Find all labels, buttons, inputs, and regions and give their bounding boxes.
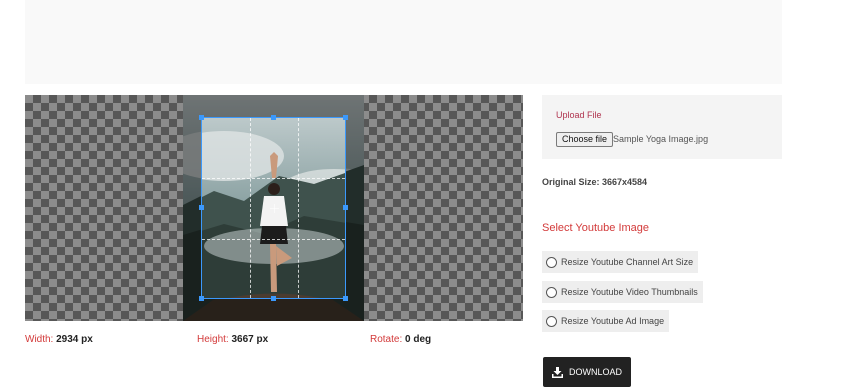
rotate-readout: Rotate: 0 deg	[370, 334, 431, 345]
radio-ad-image[interactable]: Resize Youtube Ad Image	[542, 310, 670, 332]
radio-label: Resize Youtube Video Thumbnails	[561, 287, 698, 297]
height-readout: Height: 3667 px	[197, 334, 268, 345]
crop-guide-vertical	[298, 118, 299, 298]
crop-center-mark	[270, 208, 279, 209]
download-label: DOWNLOAD	[568, 367, 622, 377]
crop-canvas[interactable]	[25, 95, 523, 321]
width-value: 2934 px	[56, 334, 93, 345]
height-label: Height:	[197, 334, 229, 345]
select-youtube-image-title: Select Youtube Image	[542, 222, 650, 234]
original-size: Original Size: 3667x4584	[542, 177, 648, 187]
download-icon	[551, 366, 563, 378]
top-banner	[25, 0, 782, 84]
choose-file-button[interactable]: Choose file	[556, 132, 614, 147]
radio-channel-art[interactable]: Resize Youtube Channel Art Size	[542, 251, 699, 273]
crop-guide-horizontal	[202, 178, 345, 179]
height-value: 3667 px	[231, 334, 269, 345]
crop-handle-sw[interactable]	[199, 296, 204, 301]
selected-file-name: Sample Yoga Image.jpg	[613, 134, 709, 144]
crop-handle-nw[interactable]	[199, 115, 204, 120]
width-label: Width:	[25, 334, 54, 345]
crop-handle-w[interactable]	[199, 205, 204, 210]
crop-handle-s[interactable]	[271, 296, 276, 301]
radio-icon[interactable]	[546, 256, 557, 268]
upload-panel: Upload File Choose file Sample Yoga Imag…	[542, 95, 782, 159]
crop-guide-horizontal	[202, 239, 345, 240]
radio-label: Resize Youtube Channel Art Size	[561, 257, 694, 267]
download-button[interactable]: DOWNLOAD	[543, 357, 631, 387]
width-readout: Width: 2934 px	[25, 334, 93, 345]
crop-handle-se[interactable]	[343, 296, 348, 301]
crop-box[interactable]	[201, 117, 346, 299]
rotate-label: Rotate:	[370, 334, 403, 345]
upload-label: Upload File	[556, 110, 602, 120]
radio-icon[interactable]	[546, 315, 557, 327]
rotate-value: 0 deg	[405, 334, 432, 345]
crop-handle-ne[interactable]	[343, 115, 348, 120]
radio-video-thumbnails[interactable]: Resize Youtube Video Thumbnails	[542, 281, 703, 303]
radio-label: Resize Youtube Ad Image	[561, 316, 665, 326]
crop-guide-vertical	[250, 118, 251, 298]
crop-handle-e[interactable]	[343, 205, 348, 210]
radio-icon[interactable]	[546, 286, 557, 298]
crop-handle-n[interactable]	[271, 115, 276, 120]
